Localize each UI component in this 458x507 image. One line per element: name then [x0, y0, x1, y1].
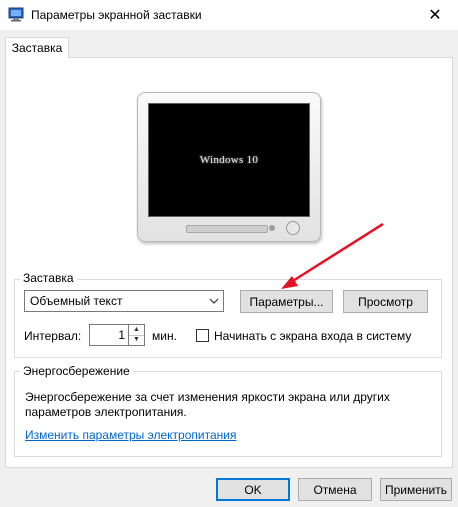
monitor-preview: Windows 10	[137, 92, 321, 242]
interval-unit: мин.	[152, 329, 177, 343]
monitor-power-button	[286, 221, 300, 235]
tab-label: Заставка	[11, 41, 63, 55]
display-settings-icon	[8, 7, 24, 22]
interval-label: Интервал:	[24, 329, 82, 343]
ok-button[interactable]: OK	[216, 478, 290, 501]
logon-screen-checkbox-label[interactable]: Начинать с экрана входа в систему	[214, 329, 411, 343]
power-group-label: Энергосбережение	[20, 364, 133, 378]
interval-input[interactable]: 1	[89, 324, 129, 346]
tab-screensaver[interactable]: Заставка	[5, 37, 69, 58]
monitor-slot	[186, 225, 268, 233]
screensaver-group-label: Заставка	[20, 271, 77, 285]
logon-screen-checkbox[interactable]	[196, 329, 209, 342]
parameters-button[interactable]: Параметры...	[240, 290, 333, 313]
preview-button[interactable]: Просмотр	[343, 290, 428, 313]
change-power-settings-link[interactable]: Изменить параметры электропитания	[25, 428, 236, 442]
preview-screen-text: Windows 10	[199, 154, 259, 166]
monitor-led	[269, 225, 275, 231]
preview-screen: Windows 10	[148, 103, 310, 217]
power-description-line2: параметров электропитания.	[25, 405, 187, 419]
power-description-line1: Энергосбережение за счет изменения яркос…	[25, 390, 390, 404]
close-button[interactable]: ✕	[412, 0, 458, 30]
title-bar: Параметры экранной заставки ✕	[0, 0, 458, 30]
chevron-down-icon	[209, 292, 219, 313]
spin-down-icon[interactable]: ▼	[129, 335, 144, 345]
close-icon: ✕	[428, 7, 442, 24]
cancel-button[interactable]: Отмена	[298, 478, 372, 501]
window-title: Параметры экранной заставки	[31, 8, 202, 22]
screensaver-select-value: Объемный текст	[30, 294, 123, 308]
interval-stepper[interactable]: ▲ ▼	[129, 324, 145, 346]
screensaver-select[interactable]: Объемный текст	[24, 290, 224, 312]
apply-button[interactable]: Применить	[380, 478, 452, 501]
